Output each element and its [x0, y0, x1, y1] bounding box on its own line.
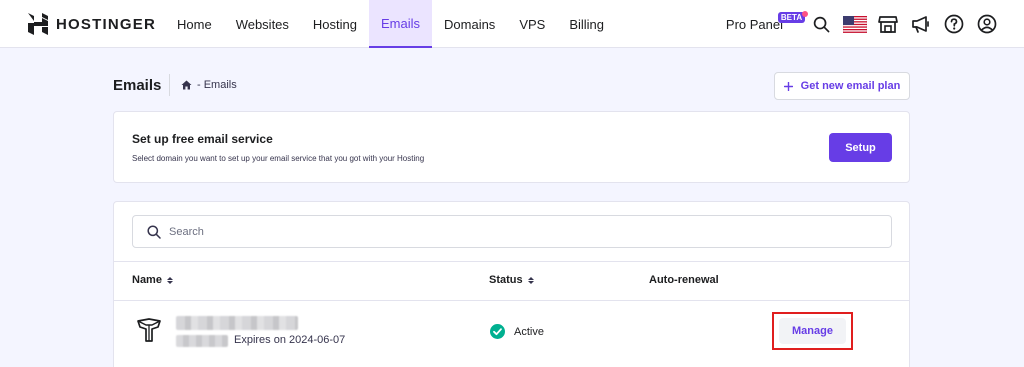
brand-name: HOSTINGER	[56, 15, 156, 33]
announcements-button[interactable]	[904, 0, 937, 48]
highlight-box: Manage	[772, 312, 853, 350]
account-button[interactable]	[970, 0, 1003, 48]
help-icon	[944, 14, 963, 34]
account-icon	[977, 14, 996, 34]
search-icon	[147, 224, 161, 239]
hostinger-logo[interactable]: HOSTINGER	[28, 13, 156, 35]
nav-home[interactable]: Home	[165, 0, 224, 48]
column-auto-renewal-label: Auto-renewal	[649, 274, 719, 286]
nav-vps[interactable]: VPS	[507, 0, 557, 48]
column-status-label: Status	[489, 274, 523, 286]
get-new-email-plan-button[interactable]: Get new email plan	[774, 72, 910, 100]
sort-icon	[527, 276, 534, 284]
top-navigation-bar: HOSTINGER Home Websites Hosting Emails D…	[0, 0, 1024, 48]
get-new-email-plan-label: Get new email plan	[800, 80, 901, 92]
manage-button[interactable]: Manage	[779, 318, 846, 344]
sort-icon	[166, 276, 173, 284]
status-label: Active	[514, 325, 544, 338]
redacted-plan-name	[176, 335, 228, 347]
setup-button[interactable]: Setup	[829, 133, 892, 162]
check-circle-icon	[490, 324, 505, 339]
store-icon	[877, 15, 898, 33]
megaphone-icon	[911, 15, 929, 33]
column-name-label: Name	[132, 274, 162, 286]
setup-email-card: Set up free email service Select domain …	[113, 111, 910, 183]
column-name-header[interactable]: Name	[132, 274, 173, 286]
nav-emails[interactable]: Emails	[369, 0, 433, 48]
email-list-card: Name Status Auto-renewal Expires on 2024…	[113, 201, 910, 367]
main-nav: Home Websites Hosting Emails Domains VPS…	[165, 0, 616, 48]
redacted-domain-name	[176, 316, 298, 330]
nav-websites[interactable]: Websites	[224, 0, 301, 48]
search-button[interactable]	[805, 0, 838, 48]
pro-panel-label: Pro Panel	[725, 16, 783, 32]
expiration-date: Expires on 2024-06-07	[234, 334, 346, 346]
search-input[interactable]	[169, 225, 849, 238]
column-status-header[interactable]: Status	[489, 274, 534, 286]
search-icon	[813, 16, 830, 32]
breadcrumb-divider	[169, 74, 170, 96]
us-flag-icon	[842, 15, 867, 33]
breadcrumb: - Emails	[181, 79, 237, 91]
nav-domains[interactable]: Domains	[432, 0, 507, 48]
breadcrumb-current: - Emails	[197, 79, 237, 91]
status-cell: Active	[490, 324, 544, 339]
table-header: Name Status Auto-renewal	[114, 261, 909, 301]
nav-billing[interactable]: Billing	[557, 0, 616, 48]
pro-panel-link[interactable]: Pro Panel BETA	[725, 10, 808, 32]
table-row: Expires on 2024-06-07 Active Manage	[114, 301, 909, 365]
hostinger-logo-icon	[28, 13, 48, 35]
plus-icon	[783, 81, 793, 91]
marketplace-button[interactable]	[871, 0, 904, 48]
setup-card-description: Select domain you want to set up your em…	[132, 154, 425, 163]
language-button[interactable]	[838, 0, 871, 48]
column-auto-renewal-header: Auto-renewal	[649, 274, 719, 286]
home-icon[interactable]	[181, 80, 192, 90]
setup-card-title: Set up free email service	[132, 132, 273, 146]
nav-hosting[interactable]: Hosting	[301, 0, 369, 48]
email-plan-icon	[137, 318, 161, 342]
notification-dot	[801, 10, 808, 17]
page-title: Emails	[113, 77, 162, 94]
search-box[interactable]	[132, 215, 892, 248]
header-tools: Pro Panel BETA	[726, 0, 1024, 48]
help-button[interactable]	[937, 0, 970, 48]
